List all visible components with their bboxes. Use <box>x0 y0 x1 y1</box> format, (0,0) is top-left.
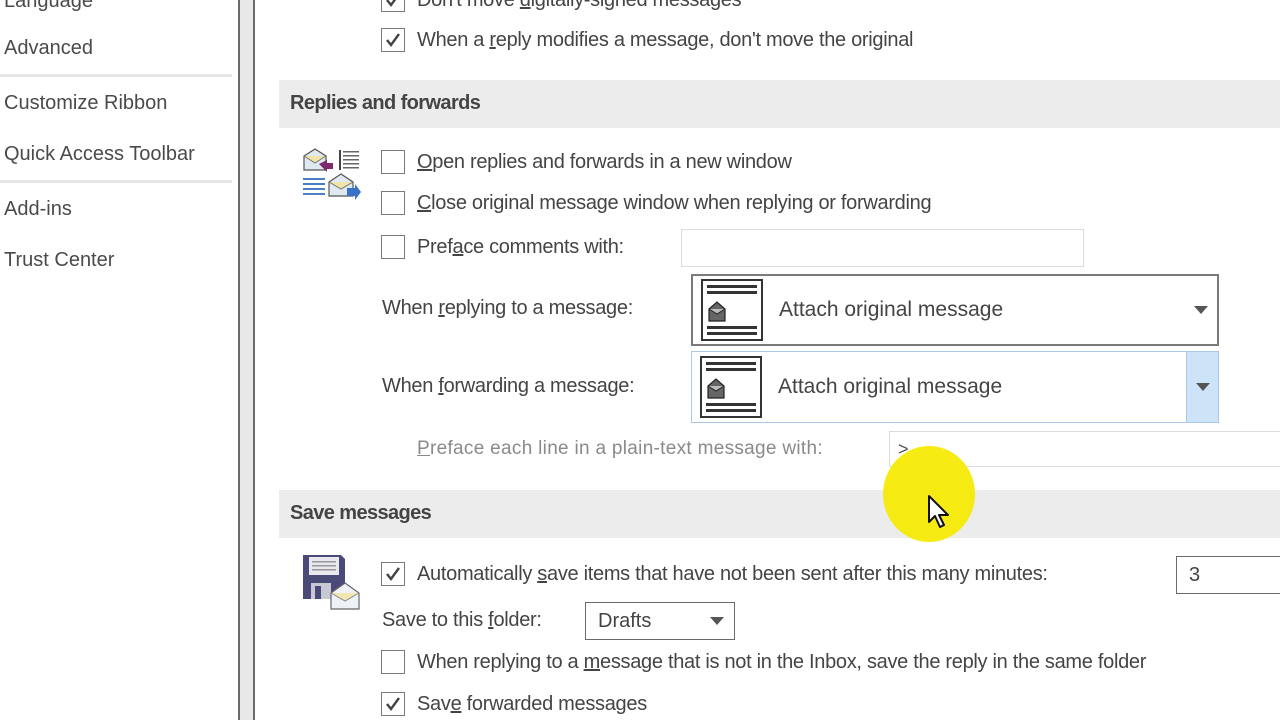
checkbox-open-new-window[interactable] <box>381 150 405 174</box>
when-replying-dropdown[interactable]: Attach original message <box>691 274 1219 346</box>
option-reply-modifies[interactable]: When a reply modifies a message, don't m… <box>381 28 914 52</box>
attach-original-message-icon <box>701 279 763 341</box>
label-auto-save: Automatically save items that have not b… <box>417 562 1048 585</box>
label-reply-modifies: When a reply modifies a message, don't m… <box>417 28 914 51</box>
when-forwarding-value: Attach original message <box>778 375 1003 398</box>
option-preface-comments[interactable]: Preface comments with: <box>381 235 624 259</box>
when-replying-value: Attach original message <box>779 298 1004 321</box>
label-preface-comments: Preface comments with: <box>417 235 624 258</box>
sidebar-item-advanced[interactable]: Advanced <box>4 37 93 60</box>
chevron-down-icon[interactable] <box>1186 352 1218 422</box>
option-reply-same-folder[interactable]: When replying to a message that is not i… <box>381 650 1146 674</box>
label-when-forwarding: When forwarding a message: <box>382 375 635 397</box>
label-preface-each-line: Preface each line in a plain-text messag… <box>417 438 823 459</box>
checkbox-reply-same-folder[interactable] <box>381 650 405 674</box>
sidebar-divider <box>0 74 232 77</box>
floppy-envelope-icon <box>301 553 363 613</box>
when-forwarding-dropdown[interactable]: Attach original message <box>691 351 1219 423</box>
option-save-forwarded[interactable]: Save forwarded messages <box>381 692 647 716</box>
label-save-forwarded: Save forwarded messages <box>417 692 647 715</box>
save-folder-dropdown[interactable]: Drafts <box>585 602 735 640</box>
sidebar-item-add-ins[interactable]: Add-ins <box>4 198 72 221</box>
options-content: Don't move digitally-signed messages Whe… <box>255 0 1280 720</box>
mouse-pointer-icon <box>927 494 953 535</box>
option-close-original[interactable]: Close original message window when reply… <box>381 191 932 215</box>
sidebar-item-quick-access-toolbar[interactable]: Quick Access Toolbar <box>4 143 195 166</box>
checkbox-close-original[interactable] <box>381 191 405 215</box>
attach-original-message-icon <box>700 356 762 418</box>
checkbox-reply-modifies[interactable] <box>381 28 405 52</box>
option-auto-save[interactable]: Automatically save items that have not b… <box>381 562 1048 586</box>
chevron-down-icon[interactable] <box>1185 276 1217 344</box>
section-header-replies-forwards: Replies and forwards <box>279 80 1280 128</box>
option-dont-move-signed[interactable]: Don't move digitally-signed messages <box>381 0 742 12</box>
preface-comments-input[interactable] <box>681 229 1084 267</box>
label-dont-move-signed: Don't move digitally-signed messages <box>417 0 742 12</box>
save-folder-value: Drafts <box>598 609 652 632</box>
pane-splitter[interactable] <box>238 0 255 720</box>
checkbox-auto-save[interactable] <box>381 562 405 586</box>
sidebar-item-customize-ribbon[interactable]: Customize Ribbon <box>4 92 167 115</box>
label-when-replying: When replying to a message: <box>382 297 633 319</box>
label-open-new-window: Open replies and forwards in a new windo… <box>417 150 792 173</box>
options-sidebar: Language Advanced Customize Ribbon Quick… <box>0 0 240 720</box>
label-save-folder: Save to this folder: <box>382 609 542 631</box>
reply-forward-icon <box>301 146 361 204</box>
sidebar-item-language[interactable]: Language <box>4 0 93 13</box>
option-open-new-window[interactable]: Open replies and forwards in a new windo… <box>381 150 792 174</box>
label-close-original: Close original message window when reply… <box>417 191 932 214</box>
section-header-save-messages: Save messages <box>279 490 1280 538</box>
label-reply-same-folder: When replying to a message that is not i… <box>417 650 1147 673</box>
sidebar-item-trust-center[interactable]: Trust Center <box>4 249 114 272</box>
chevron-down-icon[interactable] <box>700 617 734 625</box>
checkbox-dont-move-signed[interactable] <box>381 0 405 12</box>
auto-save-minutes-spinner[interactable]: 3 <box>1176 556 1280 594</box>
sidebar-divider <box>0 180 232 183</box>
checkbox-save-forwarded[interactable] <box>381 692 405 716</box>
checkbox-preface-comments[interactable] <box>381 235 405 259</box>
